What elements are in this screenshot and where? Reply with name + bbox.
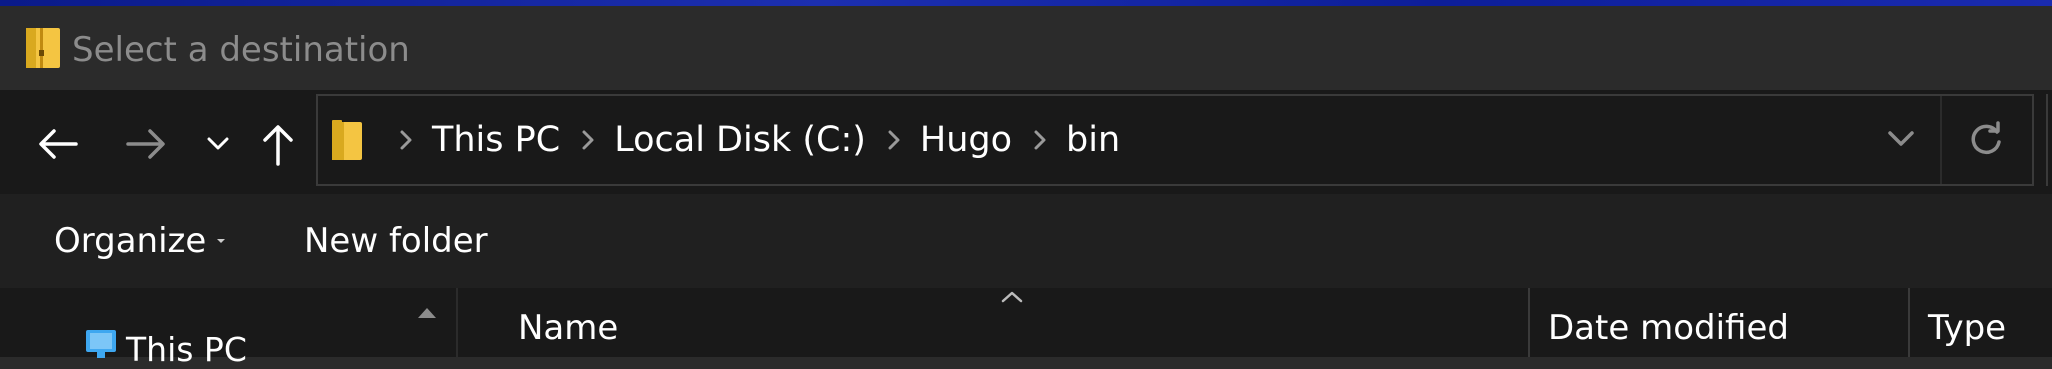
organize-button[interactable]: Organize bbox=[54, 216, 226, 266]
search-box-edge[interactable] bbox=[2046, 94, 2052, 186]
column-header-type[interactable]: Type bbox=[1928, 308, 2006, 348]
chevron-right-icon[interactable] bbox=[1026, 126, 1054, 154]
navigation-bar: This PC Local Disk (C:) Hugo bin bbox=[0, 90, 2052, 194]
content-area: This PC Name Date modified Type bbox=[0, 288, 2052, 369]
breadcrumb-hugo[interactable]: Hugo bbox=[920, 120, 1012, 160]
breadcrumb-this-pc[interactable]: This PC bbox=[432, 120, 560, 160]
command-toolbar: Organize New folder bbox=[0, 194, 2052, 288]
refresh-icon bbox=[1971, 121, 2001, 155]
navigation-pane[interactable]: This PC bbox=[0, 288, 456, 369]
new-folder-button[interactable]: New folder bbox=[304, 216, 488, 266]
column-divider[interactable] bbox=[1528, 288, 1530, 357]
address-divider bbox=[1940, 96, 1942, 184]
folder-icon bbox=[332, 120, 362, 160]
window-title: Select a destination bbox=[72, 30, 410, 70]
pane-divider[interactable] bbox=[456, 288, 458, 357]
organize-label: Organize bbox=[54, 221, 207, 261]
breadcrumb: This PC Local Disk (C:) Hugo bin bbox=[378, 96, 1120, 184]
breadcrumb-local-disk[interactable]: Local Disk (C:) bbox=[614, 120, 866, 160]
arrow-right-icon bbox=[126, 129, 165, 159]
folder-zip-icon bbox=[26, 28, 60, 68]
address-history-button[interactable] bbox=[1878, 116, 1924, 162]
scroll-up-icon[interactable] bbox=[412, 298, 442, 328]
chevron-right-icon[interactable] bbox=[392, 126, 420, 154]
chevron-down-icon bbox=[207, 137, 229, 150]
title-bar: Select a destination bbox=[0, 6, 2052, 90]
chevron-right-icon[interactable] bbox=[574, 126, 602, 154]
refresh-button[interactable] bbox=[1958, 112, 2014, 168]
column-header-name[interactable]: Name bbox=[518, 308, 618, 348]
nav-item-this-pc[interactable]: This PC bbox=[126, 330, 247, 369]
breadcrumb-bin[interactable]: bin bbox=[1066, 120, 1120, 160]
new-folder-label: New folder bbox=[304, 221, 488, 261]
address-bar[interactable]: This PC Local Disk (C:) Hugo bin bbox=[316, 94, 2034, 186]
monitor-icon bbox=[86, 330, 116, 358]
column-divider[interactable] bbox=[1908, 288, 1910, 357]
arrow-left-icon bbox=[39, 129, 78, 159]
forward-button[interactable] bbox=[116, 114, 176, 174]
back-button[interactable] bbox=[28, 114, 88, 174]
chevron-right-icon[interactable] bbox=[880, 126, 908, 154]
arrow-up-icon bbox=[263, 125, 293, 166]
column-header-date-modified[interactable]: Date modified bbox=[1548, 308, 1789, 348]
sort-ascending-icon bbox=[1001, 291, 1023, 303]
recent-locations-button[interactable] bbox=[188, 114, 248, 174]
caret-down-icon bbox=[217, 239, 226, 243]
up-button[interactable] bbox=[248, 114, 308, 174]
chevron-down-icon bbox=[1888, 131, 1914, 146]
